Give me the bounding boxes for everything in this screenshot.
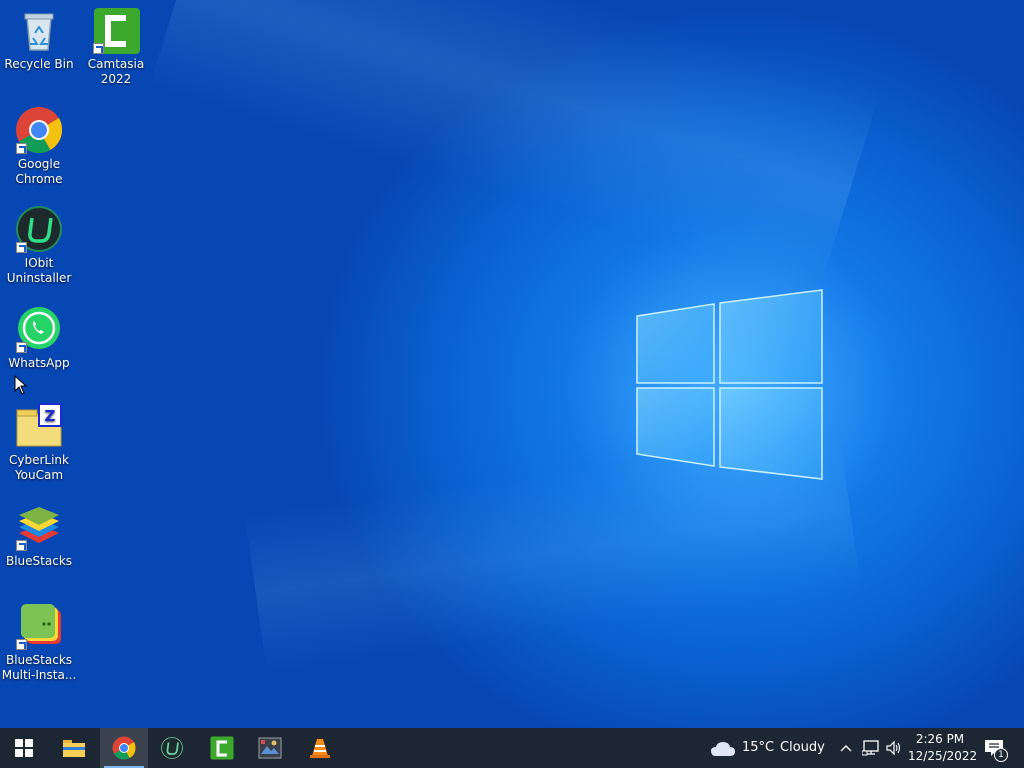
cloud-icon [711,742,735,756]
mouse-cursor-icon [14,375,28,395]
camtasia-icon [210,736,234,760]
desktop-icon-iobit-uninstaller[interactable]: IObit Uninstaller [1,205,77,286]
shortcut-arrow-icon [16,143,27,154]
desktop-icon-camtasia[interactable]: Camtasia 2022 [78,6,154,87]
taskbar-iobit-uninstaller[interactable] [148,728,196,768]
desktop-icon-label: CyberLink YouCam [9,453,69,482]
youcam-icon: Z [16,403,62,447]
shortcut-arrow-icon [16,342,27,353]
desktop-icon-label: BlueStacks [5,554,73,568]
weather-temperature: 15°C [742,740,775,755]
desktop-icon-bluestacks[interactable]: BlueStacks [1,503,77,569]
iobit-uninstaller-icon [161,737,183,759]
notification-count-badge: 1 [994,748,1008,762]
desktop-icon-whatsapp[interactable]: WhatsApp [1,305,77,371]
volume-icon [886,740,901,756]
desktop-icon-label: Recycle Bin [4,57,74,71]
clock-date: 12/25/2022 [908,749,978,763]
taskbar-photo-app[interactable] [246,728,294,768]
taskbar-google-chrome[interactable] [100,728,148,768]
desktop-icon-recycle-bin[interactable]: Recycle Bin [1,6,77,72]
chevron-up-icon [840,745,852,752]
desktop-icon-cyberlink-youcam[interactable]: Z CyberLink YouCam [1,402,77,483]
network-button[interactable] [861,740,880,756]
taskbar-camtasia[interactable] [198,728,246,768]
desktop-icon-label: IObit Uninstaller [6,256,72,285]
windows-logo-wallpaper [636,289,823,480]
taskbar-vlc[interactable] [296,728,344,768]
desktop-icon-label: Camtasia 2022 [87,57,145,86]
shortcut-arrow-icon [16,540,27,551]
start-button[interactable] [0,728,48,768]
start-icon [15,739,33,757]
desktop-icon-label: BlueStacks Multi-Insta... [1,653,77,682]
svg-text:Z: Z [45,407,56,425]
file-explorer-icon [63,740,85,757]
vlc-icon [310,739,330,758]
taskbar: 15°C Cloudy 2:26 PM 12/25/2022 1 [0,728,1024,768]
chrome-icon [112,736,136,760]
network-icon [861,740,879,756]
photo-app-icon [258,737,282,759]
shortcut-arrow-icon [16,639,27,650]
desktop[interactable]: Recycle Bin Camtasia 2022 Google Chrome … [0,0,1024,728]
recycle-bin-icon [24,13,54,51]
shortcut-arrow-icon [16,242,27,253]
taskbar-file-explorer[interactable] [50,728,98,768]
clock-time: 2:26 PM [915,732,965,746]
weather-widget[interactable]: 15°C Cloudy [706,728,828,768]
desktop-icon-bluestacks-multi-instance[interactable]: BlueStacks Multi-Insta... [1,602,77,683]
shortcut-arrow-icon [93,43,104,54]
show-hidden-icons-button[interactable] [838,740,854,756]
volume-button[interactable] [885,740,903,756]
weather-condition: Cloudy [780,740,825,755]
desktop-icon-google-chrome[interactable]: Google Chrome [1,106,77,187]
clock[interactable]: 2:26 PM 12/25/2022 [908,731,978,765]
desktop-icon-label: Google Chrome [15,157,63,186]
desktop-icon-label: WhatsApp [8,356,70,370]
notifications-button[interactable]: 1 [980,736,1008,762]
